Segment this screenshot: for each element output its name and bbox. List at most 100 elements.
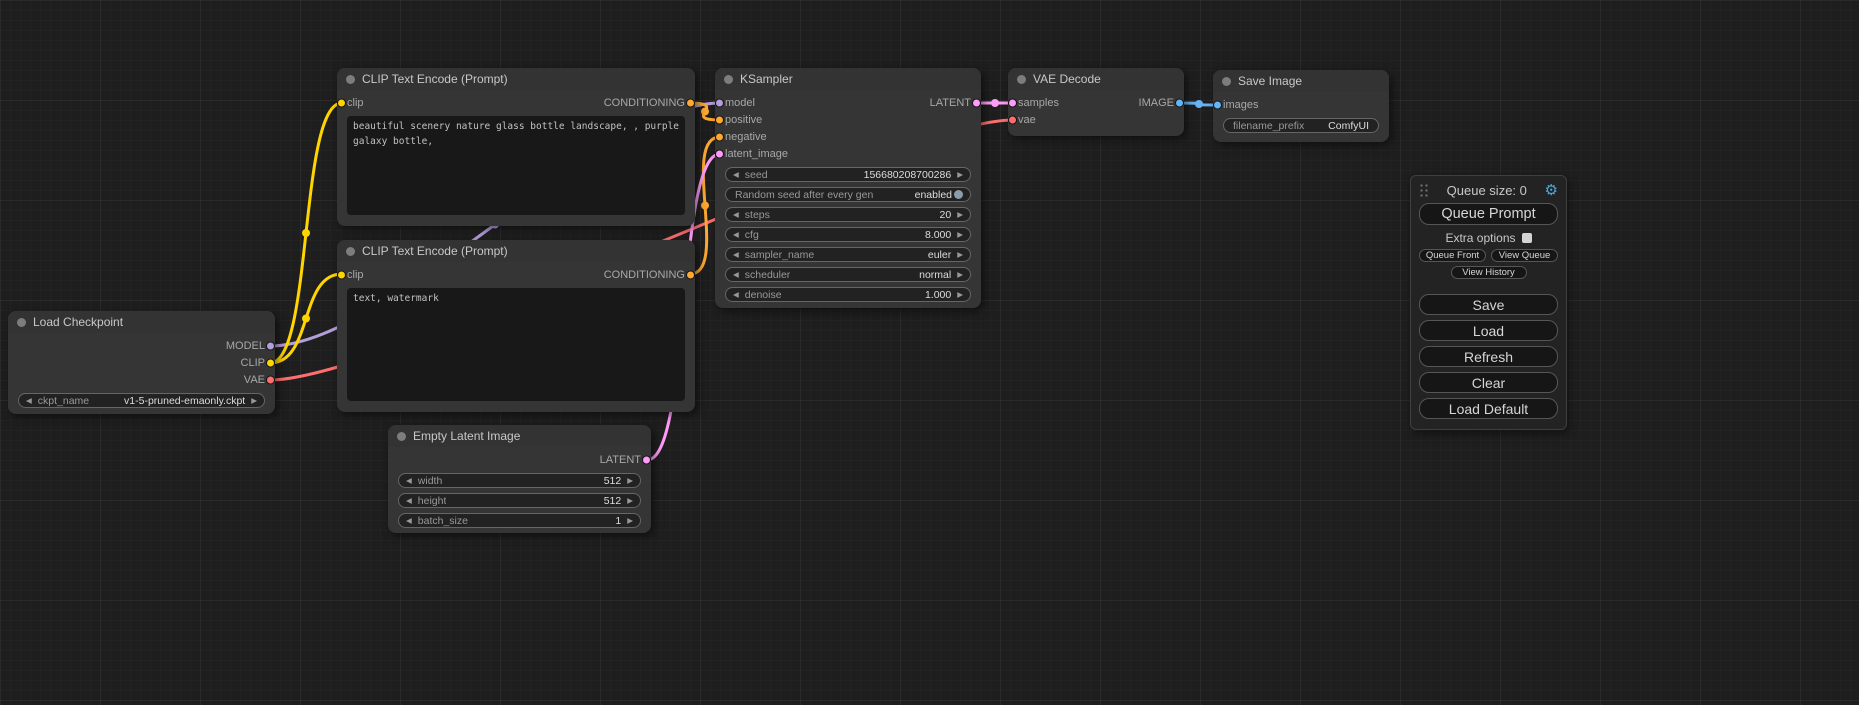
node-status-dot[interactable] <box>397 432 406 441</box>
output-label-conditioning: CONDITIONING <box>604 97 685 109</box>
increment-arrow-icon[interactable]: ▶ <box>957 291 963 299</box>
queue-front-button[interactable]: Queue Front <box>1419 249 1486 262</box>
node-status-dot[interactable] <box>346 247 355 256</box>
node-status-dot[interactable] <box>17 318 26 327</box>
decrement-arrow-icon[interactable]: ◀ <box>406 497 412 505</box>
port-model-output[interactable] <box>266 341 275 350</box>
node-title-bar[interactable]: Save Image <box>1213 70 1389 92</box>
node-title-bar[interactable]: Empty Latent Image <box>388 425 651 447</box>
increment-arrow-icon[interactable]: ▶ <box>957 251 963 259</box>
widget-value: 1.000 <box>925 289 951 301</box>
slot-row: VAE <box>18 371 265 388</box>
node-title-bar[interactable]: Load Checkpoint <box>8 311 275 333</box>
decrement-arrow-icon[interactable]: ◀ <box>733 231 739 239</box>
widget-sampler-name[interactable]: ◀ sampler_name euler ▶ <box>725 247 971 262</box>
increment-arrow-icon[interactable]: ▶ <box>627 477 633 485</box>
port-conditioning-output[interactable] <box>686 98 695 107</box>
node-empty-latent-image[interactable]: Empty Latent Image LATENT ◀ width 512 ▶ … <box>388 425 651 533</box>
port-vae-input[interactable] <box>1008 115 1017 124</box>
node-status-dot[interactable] <box>1017 75 1026 84</box>
port-vae-output[interactable] <box>266 375 275 384</box>
port-positive-input[interactable] <box>715 115 724 124</box>
link-center-dot <box>701 108 709 116</box>
slot-row: negative <box>725 128 971 145</box>
port-clip-input[interactable] <box>337 98 346 107</box>
decrement-arrow-icon[interactable]: ◀ <box>26 397 32 405</box>
port-image-output[interactable] <box>1175 98 1184 107</box>
widget-steps[interactable]: ◀ steps 20 ▶ <box>725 207 971 222</box>
widget-cfg[interactable]: ◀ cfg 8.000 ▶ <box>725 227 971 242</box>
port-samples-input[interactable] <box>1008 98 1017 107</box>
node-ksampler[interactable]: KSampler model LATENT positive negative … <box>715 68 981 308</box>
increment-arrow-icon[interactable]: ▶ <box>957 171 963 179</box>
widget-value: 1 <box>615 515 621 527</box>
port-latent-output[interactable] <box>972 98 981 107</box>
slot-row: clip CONDITIONING <box>347 266 685 283</box>
port-clip-output[interactable] <box>266 358 275 367</box>
port-images-input[interactable] <box>1213 100 1222 109</box>
slot-row: CLIP <box>18 354 265 371</box>
decrement-arrow-icon[interactable]: ◀ <box>733 211 739 219</box>
save-button[interactable]: Save <box>1419 294 1558 315</box>
link-center-dot <box>701 202 709 210</box>
widget-filename-prefix[interactable]: filename_prefix ComfyUI <box>1223 118 1379 133</box>
node-status-dot[interactable] <box>1222 77 1231 86</box>
menu-drag-handle-icon[interactable] <box>1419 183 1429 198</box>
node-title-bar[interactable]: CLIP Text Encode (Prompt) <box>337 240 695 262</box>
load-default-button[interactable]: Load Default <box>1419 398 1558 419</box>
node-graph-canvas[interactable]: Load Checkpoint MODEL CLIP VAE ◀ ckpt_na… <box>0 0 1859 705</box>
node-clip-text-encode-negative[interactable]: CLIP Text Encode (Prompt) clip CONDITION… <box>337 240 695 412</box>
widget-random-seed[interactable]: Random seed after every gen enabled <box>725 187 971 202</box>
increment-arrow-icon[interactable]: ▶ <box>627 517 633 525</box>
widget-seed[interactable]: ◀ seed 156680208700286 ▶ <box>725 167 971 182</box>
node-title-bar[interactable]: VAE Decode <box>1008 68 1184 90</box>
node-title: CLIP Text Encode (Prompt) <box>362 72 508 86</box>
node-title-bar[interactable]: KSampler <box>715 68 981 90</box>
port-latent-output[interactable] <box>642 455 651 464</box>
random-seed-toggle[interactable] <box>954 190 963 199</box>
prompt-textarea[interactable]: text, watermark <box>347 288 685 401</box>
decrement-arrow-icon[interactable]: ◀ <box>733 271 739 279</box>
widget-height[interactable]: ◀ height 512 ▶ <box>398 493 641 508</box>
decrement-arrow-icon[interactable]: ◀ <box>406 517 412 525</box>
decrement-arrow-icon[interactable]: ◀ <box>733 291 739 299</box>
prompt-textarea[interactable]: beautiful scenery nature glass bottle la… <box>347 116 685 215</box>
increment-arrow-icon[interactable]: ▶ <box>627 497 633 505</box>
increment-arrow-icon[interactable]: ▶ <box>957 271 963 279</box>
node-title-bar[interactable]: CLIP Text Encode (Prompt) <box>337 68 695 90</box>
view-queue-button[interactable]: View Queue <box>1491 249 1558 262</box>
node-status-dot[interactable] <box>346 75 355 84</box>
widget-scheduler[interactable]: ◀ scheduler normal ▶ <box>725 267 971 282</box>
increment-arrow-icon[interactable]: ▶ <box>957 231 963 239</box>
queue-prompt-button[interactable]: Queue Prompt <box>1419 203 1558 225</box>
increment-arrow-icon[interactable]: ▶ <box>251 397 257 405</box>
extra-options-checkbox[interactable] <box>1522 233 1532 243</box>
widget-width[interactable]: ◀ width 512 ▶ <box>398 473 641 488</box>
clear-button[interactable]: Clear <box>1419 372 1558 393</box>
queue-size-label: Queue size: 0 <box>1447 183 1527 198</box>
decrement-arrow-icon[interactable]: ◀ <box>406 477 412 485</box>
widget-ckpt-name[interactable]: ◀ ckpt_name v1-5-pruned-emaonly.ckpt ▶ <box>18 393 265 408</box>
extra-options-label: Extra options <box>1445 231 1515 245</box>
load-button[interactable]: Load <box>1419 320 1558 341</box>
slot-row: LATENT <box>398 451 641 468</box>
port-negative-input[interactable] <box>715 132 724 141</box>
port-model-input[interactable] <box>715 98 724 107</box>
widget-denoise[interactable]: ◀ denoise 1.000 ▶ <box>725 287 971 302</box>
refresh-button[interactable]: Refresh <box>1419 346 1558 367</box>
node-save-image[interactable]: Save Image images filename_prefix ComfyU… <box>1213 70 1389 142</box>
widget-batch-size[interactable]: ◀ batch_size 1 ▶ <box>398 513 641 528</box>
view-history-button[interactable]: View History <box>1451 266 1527 279</box>
settings-gear-icon[interactable]: ⚙ <box>1545 183 1558 198</box>
widget-value: 20 <box>940 209 952 221</box>
port-conditioning-output[interactable] <box>686 270 695 279</box>
decrement-arrow-icon[interactable]: ◀ <box>733 171 739 179</box>
increment-arrow-icon[interactable]: ▶ <box>957 211 963 219</box>
node-clip-text-encode-positive[interactable]: CLIP Text Encode (Prompt) clip CONDITION… <box>337 68 695 226</box>
decrement-arrow-icon[interactable]: ◀ <box>733 251 739 259</box>
node-vae-decode[interactable]: VAE Decode samples IMAGE vae <box>1008 68 1184 136</box>
node-load-checkpoint[interactable]: Load Checkpoint MODEL CLIP VAE ◀ ckpt_na… <box>8 311 275 414</box>
port-clip-input[interactable] <box>337 270 346 279</box>
port-latent-image-input[interactable] <box>715 149 724 158</box>
node-status-dot[interactable] <box>724 75 733 84</box>
